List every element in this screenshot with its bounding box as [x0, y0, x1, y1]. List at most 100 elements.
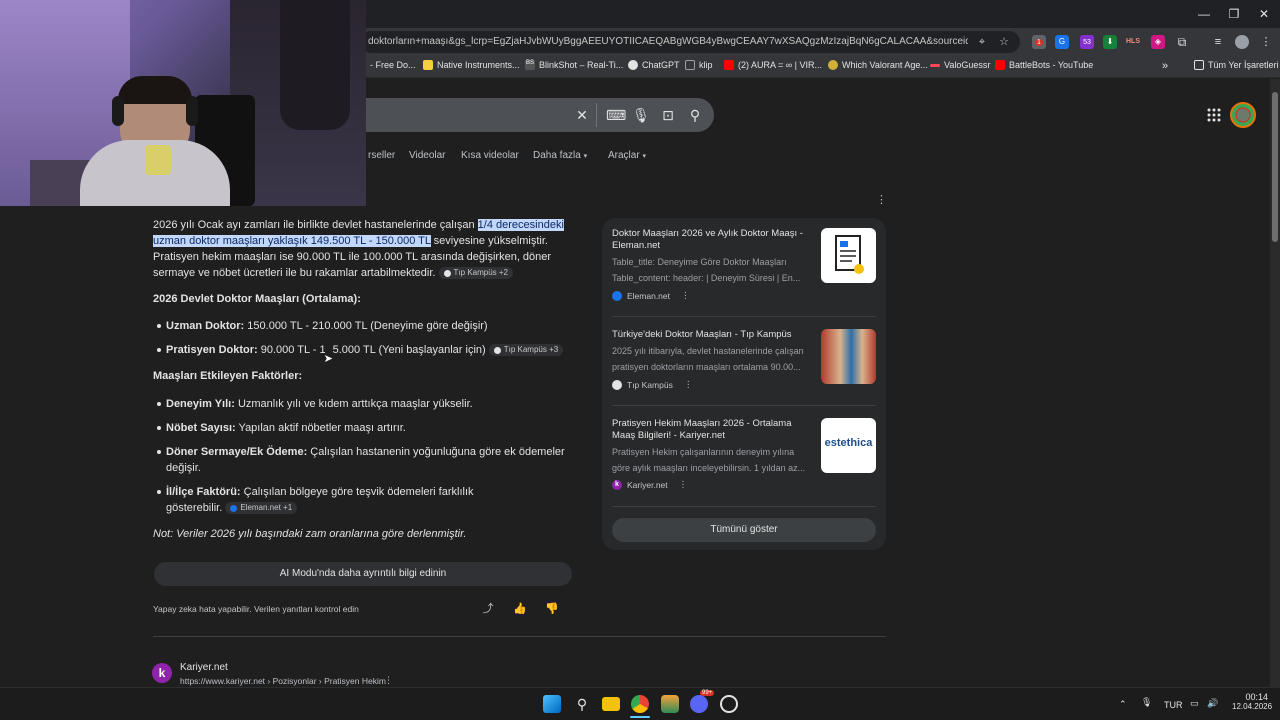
cup — [145, 145, 171, 175]
tab-tools[interactable]: Araçlar ▾ — [608, 150, 646, 161]
ai-disclaimer: Yapay zeka hata yapabilir. Verilen yanıt… — [153, 604, 359, 614]
apps-grid-icon[interactable] — [1207, 108, 1221, 122]
bookmark-star-icon[interactable]: ☆ — [997, 35, 1011, 49]
source-site[interactable]: Tıp Kampüs ⋮ — [612, 379, 692, 390]
clear-search-icon[interactable]: ✕ — [573, 106, 591, 124]
source-chip[interactable]: Eleman.net +1 — [225, 502, 298, 515]
bookmark-item[interactable]: (2) AURA = ∞ | VIR... — [724, 60, 822, 70]
source-title[interactable]: Pratisyen Hekim Maaşları 2026 - Ortalama… — [612, 418, 812, 442]
close-window-icon[interactable]: ✕ — [1256, 6, 1272, 22]
windows-start-icon[interactable] — [543, 695, 561, 713]
more-options-icon[interactable]: ⋮ — [684, 379, 693, 390]
menu-kebab-icon[interactable]: ⋮ — [1259, 35, 1273, 49]
bookmark-item[interactable]: BattleBots - YouTube — [995, 60, 1093, 70]
bookmark-item[interactable]: - Free Do... — [370, 60, 416, 70]
source-title[interactable]: Doktor Maaşları 2026 ve Aylık Doktor Maa… — [612, 228, 812, 252]
volume-icon[interactable]: 🔊 — [1207, 698, 1218, 709]
bullet-dot — [157, 450, 161, 454]
steam-icon[interactable] — [720, 695, 738, 713]
valoguessr-icon — [930, 63, 940, 67]
all-bookmarks[interactable]: Tüm Yer İşaretleri — [1194, 60, 1279, 70]
more-options-icon[interactable]: ⋮ — [679, 479, 688, 490]
restore-icon[interactable]: ❐ — [1226, 6, 1242, 22]
bookmark-item[interactable]: klip — [685, 60, 713, 70]
extension-2-icon[interactable]: 53 — [1080, 35, 1094, 49]
bookmark-item[interactable]: Native Instruments... — [423, 60, 520, 70]
profile-icon[interactable] — [1235, 35, 1249, 49]
more-options-icon[interactable]: ⋮ — [681, 290, 690, 301]
source-thumbnail[interactable] — [821, 228, 876, 283]
show-all-button[interactable]: Tümünü göster — [612, 518, 876, 542]
clock[interactable]: 00:14 12.04.2026 — [1232, 692, 1273, 711]
chrome-icon[interactable] — [631, 695, 649, 713]
source-site[interactable]: Eleman.net ⋮ — [612, 290, 690, 301]
extension-3-icon[interactable]: ◈ — [1151, 35, 1165, 49]
minimize-icon[interactable]: — — [1196, 6, 1212, 22]
search-icon[interactable]: ⚲ — [686, 106, 704, 124]
source-chip[interactable]: Tıp Kampüs +3 — [488, 344, 564, 357]
bookmark-item[interactable]: Which Valorant Age... — [828, 60, 928, 70]
kariyer-favicon-icon[interactable]: k — [152, 663, 172, 683]
webcam-overlay — [0, 0, 366, 206]
tab-videos[interactable]: Videolar — [409, 150, 446, 161]
folder-icon — [423, 60, 433, 70]
account-avatar[interactable] — [1230, 102, 1256, 128]
bookmarks-overflow[interactable]: » — [1162, 60, 1168, 72]
network-icon[interactable]: ▭ — [1190, 698, 1199, 709]
result-site-name[interactable]: Kariyer.net — [180, 662, 228, 673]
extension-1-icon[interactable]: 1 — [1032, 35, 1046, 49]
thumbs-up-icon[interactable]: 👍 — [513, 602, 527, 616]
result-url[interactable]: https://www.kariyer.net › Pozisyonlar › … — [180, 676, 386, 686]
file-explorer-icon[interactable] — [602, 697, 620, 711]
estethica-logo: estethica — [824, 437, 873, 449]
media-controls-icon[interactable]: ≡ — [1211, 35, 1225, 49]
bullet-dot — [157, 324, 161, 328]
tab-images[interactable]: rseller — [368, 150, 395, 161]
location-icon[interactable]: ⌖ — [975, 35, 989, 49]
chevron-down-icon: ▾ — [583, 153, 588, 160]
source-thumbnail[interactable]: estethica — [821, 418, 876, 473]
hls-ext-icon[interactable]: HLS — [1126, 35, 1140, 49]
tray-overflow-icon[interactable]: ⌃ — [1119, 699, 1127, 710]
thumbs-down-icon[interactable]: 👎 — [545, 602, 559, 616]
bullet-item: Nöbet Sayısı: Yapılan aktif nöbetler maa… — [166, 422, 406, 434]
source-icon — [230, 504, 238, 512]
translate-icon[interactable]: G — [1055, 35, 1069, 49]
keyboard-icon[interactable]: ⌨ — [606, 106, 626, 124]
blinkshot-icon: BS — [525, 60, 535, 70]
tab-short-videos[interactable]: Kısa videolar — [461, 150, 519, 161]
tab-more[interactable]: Daha fazla ▾ — [533, 150, 587, 161]
source-chip[interactable]: Tıp Kampüs +2 — [438, 267, 514, 280]
more-options-icon[interactable]: ⋮ — [384, 675, 393, 686]
source-icon — [443, 269, 451, 277]
lens-icon[interactable]: ⊡ — [659, 106, 677, 124]
youtube-icon — [995, 60, 1005, 70]
share-icon[interactable]: ⤴ — [481, 602, 495, 616]
download-ext-icon[interactable]: ⬇ — [1103, 35, 1117, 49]
section-heading: Maaşları Etkileyen Faktörler: — [153, 370, 303, 382]
overview-paragraph: 2026 yılı Ocak ayı zamları ile birlikte … — [153, 219, 564, 280]
headphone-left — [112, 96, 124, 126]
source-title[interactable]: Türkiye'deki Doktor Maaşları - Tıp Kampü… — [612, 329, 812, 341]
clock-date: 12.04.2026 — [1232, 702, 1273, 711]
bookmark-item[interactable]: ValoGuessr — [930, 60, 990, 70]
app-icon[interactable] — [661, 695, 679, 713]
kariyer-favicon-icon: k — [612, 479, 622, 490]
overview-menu-icon[interactable]: ⋮ — [876, 193, 887, 206]
discord-icon[interactable]: 99+ — [690, 690, 715, 713]
microphone-icon[interactable]: 🎙 — [1141, 697, 1152, 708]
search-divider — [596, 103, 597, 127]
extensions-puzzle-icon[interactable]: ⧉ — [1175, 35, 1189, 49]
search-icon[interactable]: ⚲ — [573, 695, 591, 713]
language-indicator[interactable]: TUR — [1164, 700, 1183, 710]
ai-mode-button[interactable]: AI Modu'nda daha ayrıntılı bilgi edinin — [154, 562, 572, 586]
bookmark-item[interactable]: BS BlinkShot – Real-Ti... — [525, 60, 623, 70]
bookmark-item[interactable]: ChatGPT — [628, 60, 680, 70]
scrollbar-thumb[interactable] — [1272, 92, 1278, 242]
valorant-icon — [828, 60, 838, 70]
section-heading: 2026 Devlet Doktor Maaşları (Ortalama): — [153, 293, 361, 305]
source-thumbnail[interactable] — [821, 329, 876, 384]
microphone-icon[interactable]: 🎙 — [632, 106, 650, 124]
url-text[interactable]: doktorların+maaşı&gs_lcrp=EgZjaHJvbWUyBg… — [368, 36, 968, 47]
source-site[interactable]: k Kariyer.net ⋮ — [612, 479, 687, 490]
